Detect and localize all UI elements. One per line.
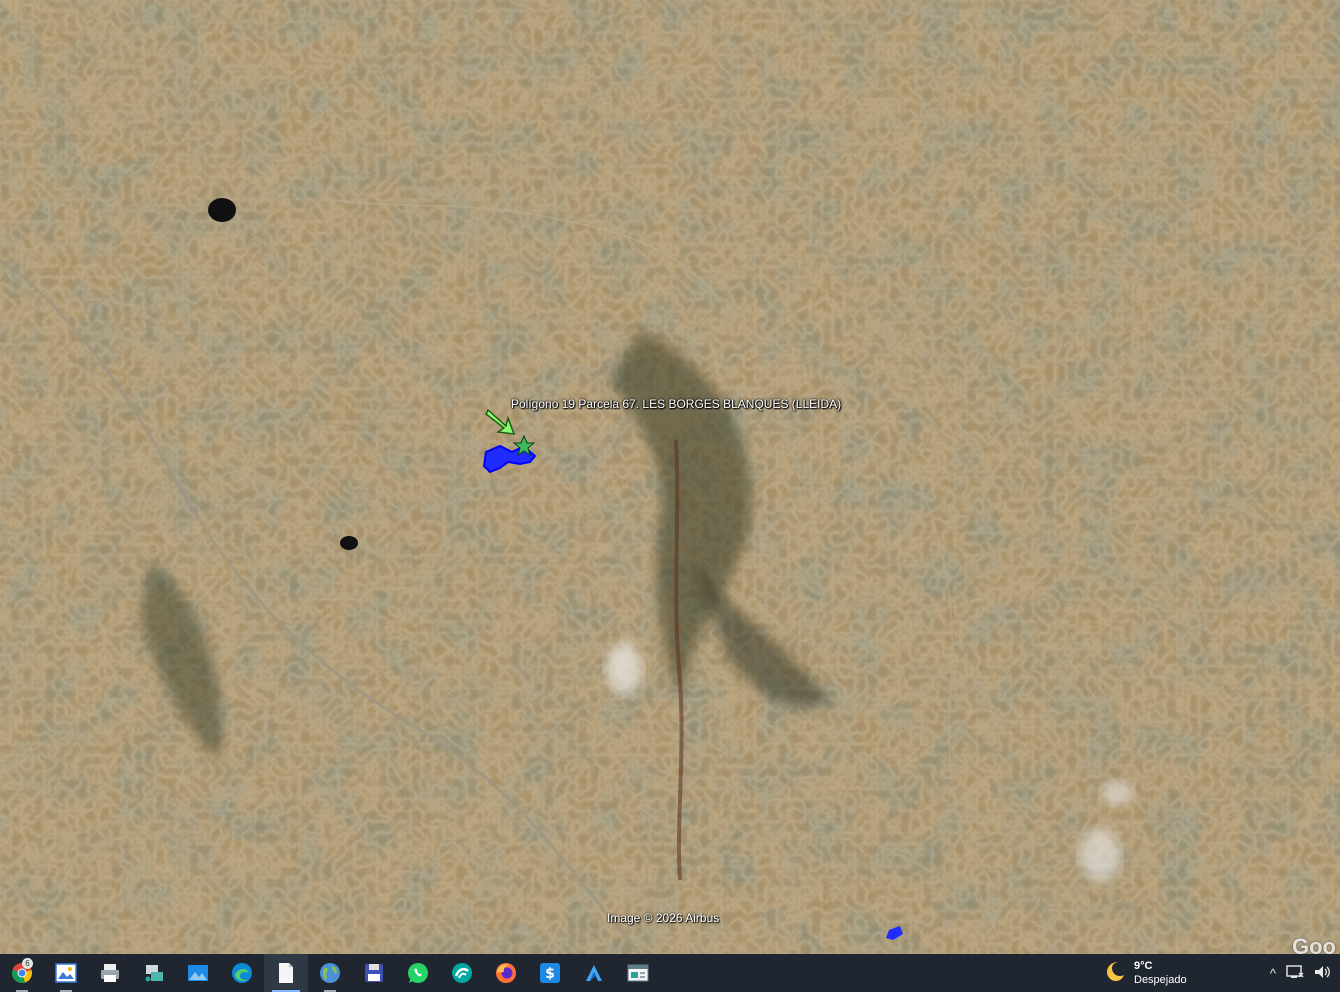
taskbar-app-whatsapp[interactable] xyxy=(396,954,440,992)
network-files-icon xyxy=(143,962,165,984)
imagery-attribution: Image © 2026 Airbus xyxy=(607,911,720,925)
system-tray: ^ xyxy=(1270,954,1340,992)
taskbar-app-chrome[interactable]: 6 xyxy=(0,954,44,992)
network-icon[interactable] xyxy=(1286,964,1304,983)
globe-icon xyxy=(319,962,341,984)
taskbar-app-dollar[interactable]: $ xyxy=(528,954,572,992)
taskbar-app-document[interactable] xyxy=(264,954,308,992)
taskbar-app-network-files[interactable] xyxy=(132,954,176,992)
satellite-map[interactable]: Polígono 19 Parcela 67. LES BORGES BLANQ… xyxy=(0,0,1340,954)
weather-widget[interactable]: 9°C Despejado xyxy=(1102,954,1187,992)
google-logo: Goo xyxy=(1292,934,1336,954)
placemark-label[interactable]: Polígono 19 Parcela 67. LES BORGES BLANQ… xyxy=(511,397,841,411)
moon-icon xyxy=(1102,959,1126,988)
photos-icon xyxy=(187,962,209,984)
firefox-icon xyxy=(495,962,517,984)
taskbar-app-photos[interactable] xyxy=(176,954,220,992)
arrow-app-icon xyxy=(583,962,605,984)
floppy-icon xyxy=(363,962,385,984)
wave-icon xyxy=(451,962,473,984)
window-app-icon xyxy=(627,962,649,984)
taskbar-app-save[interactable] xyxy=(352,954,396,992)
show-hidden-icons-button[interactable]: ^ xyxy=(1270,966,1276,981)
whatsapp-icon xyxy=(407,962,429,984)
edge-icon xyxy=(231,962,253,984)
dollar-icon: $ xyxy=(539,962,561,984)
taskbar-app-image-viewer[interactable] xyxy=(44,954,88,992)
taskbar-app-signal[interactable] xyxy=(440,954,484,992)
weather-temperature: 9°C xyxy=(1134,960,1153,972)
taskbar-app-arrow[interactable] xyxy=(572,954,616,992)
taskbar-app-firefox[interactable] xyxy=(484,954,528,992)
terrain-imagery xyxy=(0,0,1340,954)
volume-icon[interactable] xyxy=(1314,964,1332,983)
printer-icon xyxy=(99,962,121,984)
taskbar-app-google-earth[interactable] xyxy=(308,954,352,992)
taskbar-app-window[interactable] xyxy=(616,954,660,992)
taskbar-app-printer[interactable] xyxy=(88,954,132,992)
svg-text:$: $ xyxy=(545,966,555,982)
picture-viewer-icon xyxy=(55,962,77,984)
notification-badge: 6 xyxy=(22,958,33,969)
taskbar-app-edge[interactable] xyxy=(220,954,264,992)
document-icon xyxy=(275,962,297,984)
weather-condition: Despejado xyxy=(1134,974,1187,986)
